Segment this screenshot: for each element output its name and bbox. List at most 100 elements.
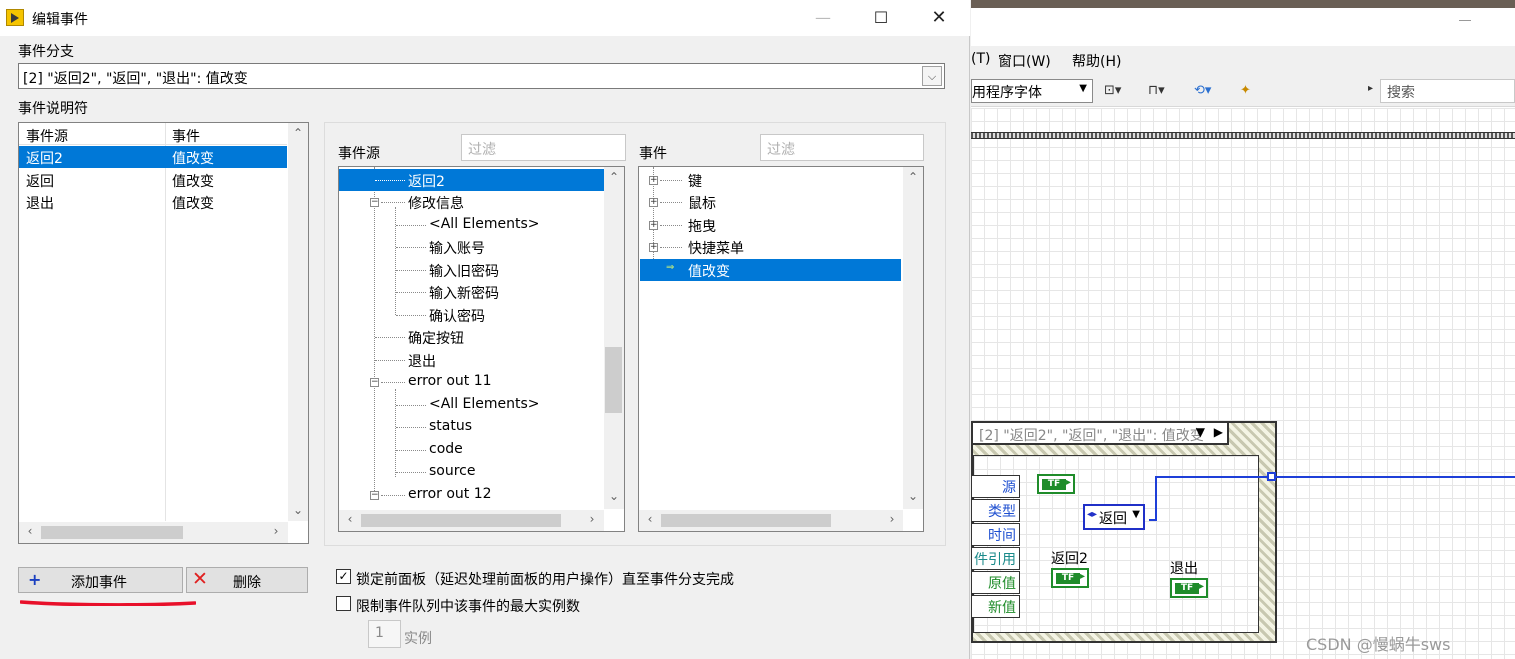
lock-panel-checkbox[interactable]: ✓ — [336, 569, 351, 584]
minimize-button[interactable]: — — [800, 0, 846, 36]
events-tree-vscrollbar[interactable]: ⌃ ⌄ — [903, 167, 923, 509]
scroll-left-icon[interactable]: ‹ — [341, 512, 359, 526]
add-event-button[interactable]: + 添加事件 — [18, 567, 183, 593]
tree-item-input-new-password[interactable]: 输入新密码 — [339, 281, 604, 303]
events-tree-hscrollbar[interactable]: ‹ › — [639, 510, 903, 531]
tree-item-exit[interactable]: 退出 — [339, 349, 604, 371]
scroll-up-icon[interactable]: ⌃ — [904, 170, 922, 184]
expand-icon[interactable]: + — [649, 198, 658, 207]
column-header-source[interactable]: 事件源 — [26, 126, 68, 146]
expand-toolbar-icon[interactable]: ▸ — [1368, 83, 1373, 99]
tree-item-source[interactable]: source — [339, 461, 604, 483]
chevron-down-icon[interactable]: ▼ — [1196, 425, 1205, 439]
collapse-icon[interactable]: − — [370, 491, 379, 500]
menu-window[interactable]: 窗口(W) — [998, 51, 1051, 71]
specifier-list-vscrollbar[interactable]: ⌃ ⌄ — [288, 123, 308, 521]
close-button[interactable]: ✕ — [916, 0, 962, 36]
scroll-right-icon[interactable]: › — [883, 512, 901, 526]
tree-item-status[interactable]: status — [339, 416, 604, 438]
tree-item-label: 鼠标 — [688, 196, 716, 212]
bool-terminal-return2[interactable]: TF ▸ — [1051, 568, 1089, 588]
list-item[interactable]: 返回2 值改变 — [19, 146, 287, 168]
events-tree[interactable]: + 键 + 鼠标 + 拖曳 + 快捷菜单 ⇒ 值改变 ⌃ ⌄ ‹ › — [638, 166, 924, 532]
tree-item-key[interactable]: + 键 — [639, 169, 901, 191]
menu-tools[interactable]: (T) — [971, 51, 990, 67]
tree-item-all-elements[interactable]: <All Elements> — [339, 214, 604, 236]
column-header-event[interactable]: 事件 — [172, 126, 200, 146]
tree-item-error-out-11[interactable]: − error out 11 — [339, 371, 604, 393]
chevron-down-icon[interactable]: ⌵ — [922, 66, 942, 86]
minimize-icon[interactable] — [1459, 20, 1471, 21]
tree-item-confirm-button[interactable]: 确定按钮 — [339, 326, 604, 348]
scroll-left-icon[interactable]: ‹ — [21, 524, 39, 538]
tree-item-value-change[interactable]: ⇒ 值改变 — [640, 259, 901, 281]
event-data-node-type[interactable]: 类型 — [971, 499, 1020, 522]
chevron-down-icon[interactable]: ▼ — [1132, 509, 1140, 520]
limit-queue-checkbox[interactable] — [336, 596, 351, 611]
scroll-thumb[interactable] — [605, 347, 622, 413]
tree-item-error-out-12[interactable]: − error out 12 — [339, 484, 604, 506]
tree-item-shortcut-menu[interactable]: + 快捷菜单 — [639, 236, 901, 258]
tunnel[interactable] — [1267, 472, 1276, 481]
scroll-left-icon[interactable]: ‹ — [641, 512, 659, 526]
block-diagram-canvas[interactable]: [2] "返回2", "返回", "退出": 值改变 ▼ ▶ 源 类型 时间 件… — [971, 108, 1515, 659]
menu-help[interactable]: 帮助(H) — [1072, 51, 1121, 71]
sources-tree-hscrollbar[interactable]: ‹ › — [339, 510, 604, 531]
event-branch-select[interactable]: [2] "返回2", "返回", "退出": 值改变 ⌵ — [18, 63, 945, 89]
expand-icon[interactable]: + — [649, 243, 658, 252]
scroll-up-icon[interactable]: ⌃ — [289, 126, 307, 140]
tree-item-code[interactable]: code — [339, 439, 604, 461]
scroll-up-icon[interactable]: ⌃ — [605, 170, 623, 184]
expand-icon[interactable]: + — [649, 176, 658, 185]
tree-item-confirm-password[interactable]: 确认密码 — [339, 304, 604, 326]
expand-icon[interactable]: + — [649, 221, 658, 230]
tree-item-all-elements[interactable]: <All Elements> — [339, 394, 604, 416]
event-data-node-ref[interactable]: 件引用 — [971, 547, 1020, 570]
search-input[interactable]: 搜索 — [1380, 79, 1515, 103]
reorder-icon[interactable]: ⟲▾ — [1194, 83, 1211, 99]
tree-item-return2[interactable]: 返回2 — [339, 169, 604, 191]
sources-tree-vscrollbar[interactable]: ⌃ ⌄ — [604, 167, 624, 509]
tree-item-drag[interactable]: + 拖曳 — [639, 214, 901, 236]
distribute-objects-icon[interactable]: ⊓▾ — [1148, 83, 1165, 99]
tree-item-mouse[interactable]: + 鼠标 — [639, 191, 901, 213]
scroll-right-icon[interactable]: › — [583, 512, 601, 526]
bool-terminal-exit[interactable]: TF ▸ — [1170, 578, 1208, 598]
font-select[interactable]: 用程序字体 ▼ — [971, 79, 1093, 103]
tree-item-label: <All Elements> — [429, 396, 540, 412]
bool-terminal[interactable]: TF ▸ — [1037, 474, 1075, 494]
cleanup-diagram-icon[interactable]: ✦ — [1240, 83, 1251, 99]
event-data-node-new-value[interactable]: 新值 — [971, 595, 1020, 618]
scroll-down-icon[interactable]: ⌄ — [289, 503, 307, 517]
event-specifier-list[interactable]: 事件源 事件 返回2 值改变 返回 值改变 退出 值改变 ⌃ ⌄ ‹ › — [18, 122, 309, 544]
sources-filter-input[interactable]: 过滤 — [461, 134, 626, 161]
list-item[interactable]: 退出 值改变 — [19, 191, 287, 213]
ring-constant[interactable]: ◂▸ 返回 ▼ — [1083, 504, 1145, 530]
scroll-down-icon[interactable]: ⌄ — [904, 489, 922, 503]
specifier-list-hscrollbar[interactable]: ‹ › — [19, 522, 288, 543]
increment-arrow-icon[interactable]: ▶ — [1214, 425, 1223, 439]
collapse-icon[interactable]: − — [370, 378, 379, 387]
wire[interactable] — [1155, 476, 1515, 478]
tree-item-input-account[interactable]: 输入账号 — [339, 236, 604, 258]
align-objects-icon[interactable]: ⊡▾ — [1104, 83, 1121, 99]
instances-input[interactable]: 1 — [368, 620, 401, 648]
scroll-thumb[interactable] — [361, 514, 561, 527]
delete-button[interactable]: ✕ 删除 — [186, 567, 308, 593]
event-data-node-source[interactable]: 源 — [971, 475, 1020, 498]
event-data-node-time[interactable]: 时间 — [971, 523, 1020, 546]
list-item[interactable]: 返回 值改变 — [19, 169, 287, 191]
event-case-selector[interactable]: [2] "返回2", "返回", "退出": 值改变 ▼ ▶ — [971, 421, 1229, 445]
scroll-right-icon[interactable]: › — [267, 524, 285, 538]
event-sources-tree[interactable]: 返回2 − 修改信息 <All Elements> 输入账号 输入旧密码 输入新… — [338, 166, 625, 532]
collapse-icon[interactable]: − — [370, 198, 379, 207]
scroll-down-icon[interactable]: ⌄ — [605, 489, 623, 503]
wire[interactable] — [1155, 476, 1157, 521]
events-filter-input[interactable]: 过滤 — [760, 134, 924, 161]
tree-item-input-old-password[interactable]: 输入旧密码 — [339, 259, 604, 281]
event-data-node-old-value[interactable]: 原值 — [971, 571, 1020, 594]
scroll-thumb[interactable] — [41, 526, 183, 539]
tree-item-modify-info[interactable]: − 修改信息 — [339, 191, 604, 213]
maximize-button[interactable]: ☐ — [858, 0, 904, 36]
scroll-thumb[interactable] — [661, 514, 831, 527]
